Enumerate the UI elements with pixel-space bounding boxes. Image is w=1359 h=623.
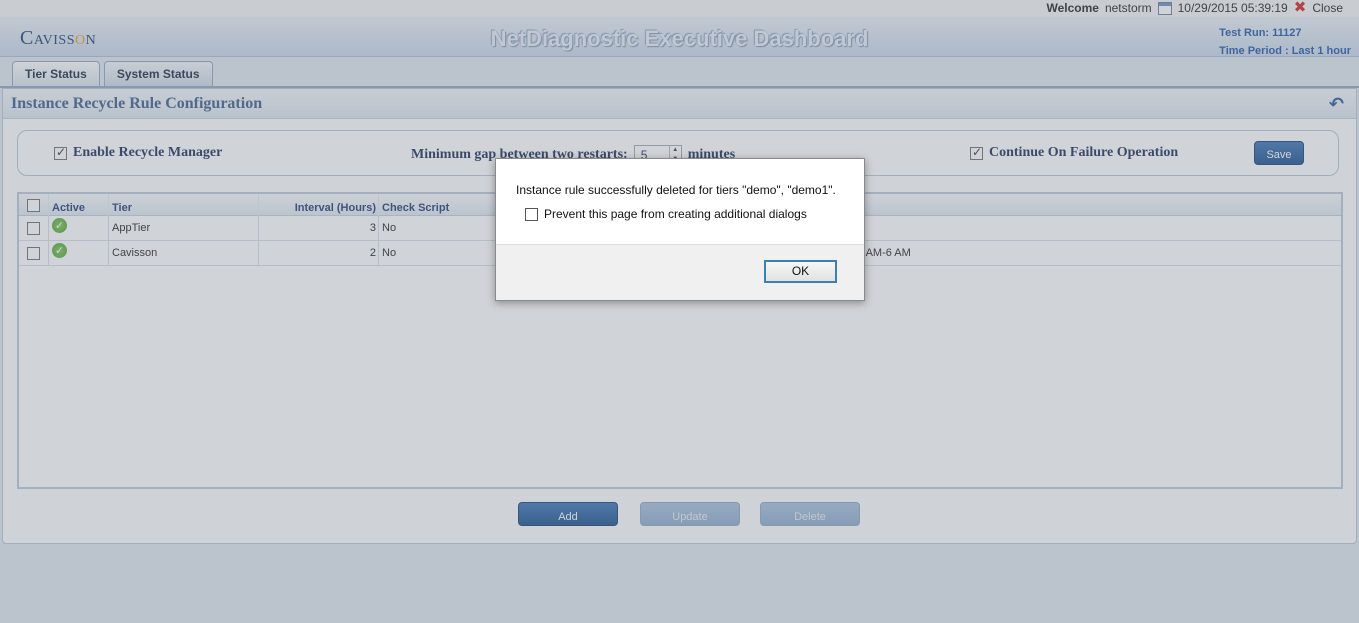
- ok-button[interactable]: OK: [764, 260, 837, 283]
- prevent-dialogs-label: Prevent this page from creating addition…: [544, 207, 807, 221]
- alert-dialog: Instance rule successfully deleted for t…: [495, 158, 865, 301]
- prevent-dialogs-checkbox[interactable]: [525, 207, 538, 221]
- modal-overlay: [0, 0, 1359, 623]
- dialog-message: Instance rule successfully deleted for t…: [516, 183, 836, 197]
- dialog-footer: OK: [496, 244, 864, 300]
- prevent-dialogs-option[interactable]: Prevent this page from creating addition…: [525, 207, 807, 221]
